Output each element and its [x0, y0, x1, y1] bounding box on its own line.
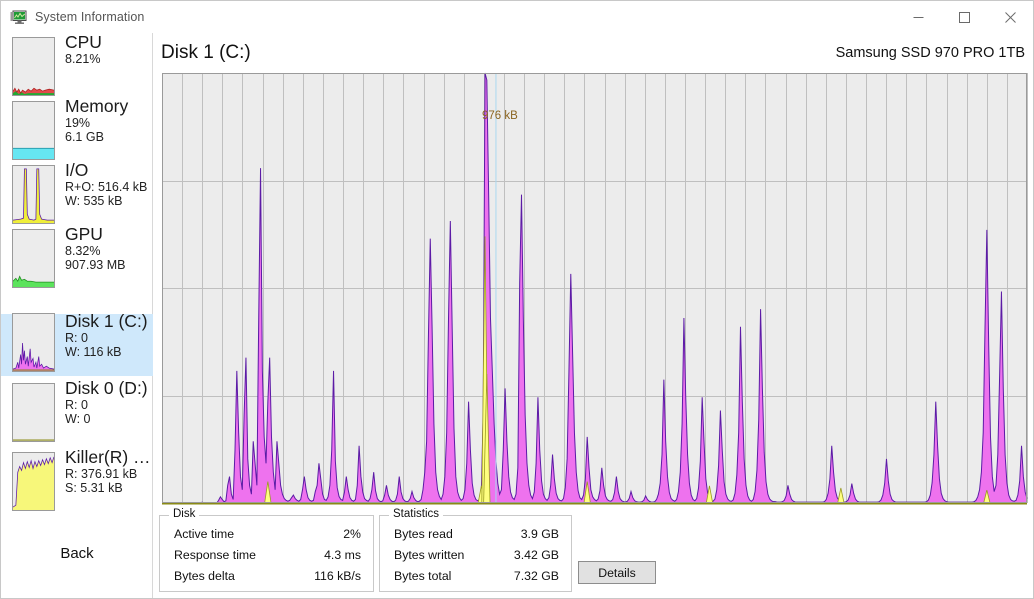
peak-value-label: 976 kB [482, 110, 518, 122]
sidebar-item-line: 19% [65, 117, 128, 131]
sidebar-item-text: Disk 1 (C:) R: 0 W: 116 kB [65, 312, 148, 360]
sidebar-item-line: R: 0 [65, 399, 148, 413]
statistics-row: Bytes total 7.32 GB [390, 569, 561, 588]
disk-group-legend: Disk [169, 508, 199, 520]
stat-key: Active time [174, 527, 234, 541]
disk0-sparkline-icon [12, 383, 55, 442]
minimize-button[interactable] [895, 2, 941, 33]
stat-value: 4.3 ms [324, 548, 361, 562]
sidebar-item-line: 6.1 GB [65, 131, 128, 145]
disk1-sparkline-icon [12, 313, 55, 372]
stat-value: 3.9 GB [521, 527, 559, 541]
sidebar-item-line: 8.21% [65, 53, 102, 67]
sidebar-item-disk-1-c[interactable]: Disk 1 (C:) R: 0 W: 116 kB [1, 314, 153, 376]
page-title: Disk 1 (C:) [161, 42, 251, 64]
sidebar-item-line: R+O: 516.4 kB [65, 181, 147, 195]
main-panel: Disk 1 (C:) Samsung SSD 970 PRO 1TB 976 … [153, 33, 1033, 598]
stat-value: 116 kB/s [314, 569, 361, 583]
statistics-row: Bytes written 3.42 GB [390, 548, 561, 567]
statistics-group-legend: Statistics [389, 508, 443, 520]
close-button[interactable] [987, 2, 1033, 33]
disk-stat-row: Response time 4.3 ms [170, 548, 363, 567]
gpu-sparkline-icon [12, 229, 55, 288]
sidebar-item-line: S: 5.31 kB [65, 482, 151, 496]
sidebar-item-text: GPU 8.32% 907.93 MB [65, 225, 125, 273]
sidebar-item-line: 8.32% [65, 245, 125, 259]
maximize-button[interactable] [941, 2, 987, 33]
stat-key: Bytes read [394, 527, 453, 541]
sidebar-item-text: Disk 0 (D:) R: 0 W: 0 [65, 379, 148, 427]
chart-svg [159, 71, 1028, 506]
sidebar-item-io[interactable]: I/O R+O: 516.4 kB W: 535 kB [1, 163, 153, 225]
statistics-row: Bytes read 3.9 GB [390, 527, 561, 546]
memory-sparkline-icon [12, 101, 55, 160]
stat-key: Bytes delta [174, 569, 235, 583]
sidebar-item-line: R: 376.91 kB [65, 468, 151, 482]
sidebar-item-name: GPU [65, 225, 125, 244]
sidebar-item-name: I/O [65, 161, 147, 180]
disk-group-box: Disk Active time 2% Response time 4.3 ms… [159, 515, 374, 592]
io-sparkline-icon [12, 165, 55, 224]
device-label: Samsung SSD 970 PRO 1TB [836, 45, 1025, 61]
monitor-chart-icon [10, 9, 27, 25]
stat-value: 2% [343, 527, 361, 541]
statistics-group-box: Statistics Bytes read 3.9 GB Bytes writt… [379, 515, 572, 592]
sidebar-item-line: W: 116 kB [65, 346, 148, 360]
disk-stat-row: Bytes delta 116 kB/s [170, 569, 363, 588]
stat-value: 7.32 GB [514, 569, 559, 583]
sidebar-item-line: W: 535 kB [65, 195, 147, 209]
sidebar-item-name: Disk 1 (C:) [65, 312, 148, 331]
chart-header: Disk 1 (C:) Samsung SSD 970 PRO 1TB [161, 39, 1025, 67]
sidebar-item-text: CPU 8.21% [65, 33, 102, 66]
title-bar: System Information [1, 1, 1033, 33]
stat-key: Bytes total [394, 569, 451, 583]
network-sparkline-icon [12, 452, 55, 511]
details-button[interactable]: Details [578, 561, 656, 584]
sidebar: CPU 8.21% Memory 19% 6.1 GB [1, 33, 153, 598]
sidebar-item-line: R: 0 [65, 332, 148, 346]
sidebar-item-text: Memory 19% 6.1 GB [65, 97, 128, 145]
system-information-window: System Information [0, 0, 1034, 599]
sidebar-item-text: Killer(R) … R: 376.91 kB S: 5.31 kB [65, 448, 151, 496]
stat-value: 3.42 GB [514, 548, 559, 562]
window-title: System Information [35, 10, 144, 24]
stat-key: Response time [174, 548, 256, 562]
sidebar-item-memory[interactable]: Memory 19% 6.1 GB [1, 99, 153, 161]
sidebar-item-disk-0-d[interactable]: Disk 0 (D:) R: 0 W: 0 [1, 381, 153, 443]
sidebar-item-name: Memory [65, 97, 128, 116]
back-button[interactable]: Back [1, 533, 153, 573]
sidebar-item-gpu[interactable]: GPU 8.32% 907.93 MB [1, 227, 153, 289]
disk-stat-row: Active time 2% [170, 527, 363, 546]
sidebar-item-text: I/O R+O: 516.4 kB W: 535 kB [65, 161, 147, 209]
cpu-sparkline-icon [12, 37, 55, 96]
stat-key: Bytes written [394, 548, 464, 562]
sidebar-item-killer-network[interactable]: Killer(R) … R: 376.91 kB S: 5.31 kB [1, 450, 153, 512]
sidebar-item-name: CPU [65, 33, 102, 52]
disk-throughput-chart[interactable] [159, 71, 1028, 506]
sidebar-item-cpu[interactable]: CPU 8.21% [1, 35, 153, 97]
sidebar-item-line: W: 0 [65, 413, 148, 427]
sidebar-item-name: Disk 0 (D:) [65, 379, 148, 398]
sidebar-item-line: 907.93 MB [65, 259, 125, 273]
sidebar-item-name: Killer(R) … [65, 448, 151, 467]
